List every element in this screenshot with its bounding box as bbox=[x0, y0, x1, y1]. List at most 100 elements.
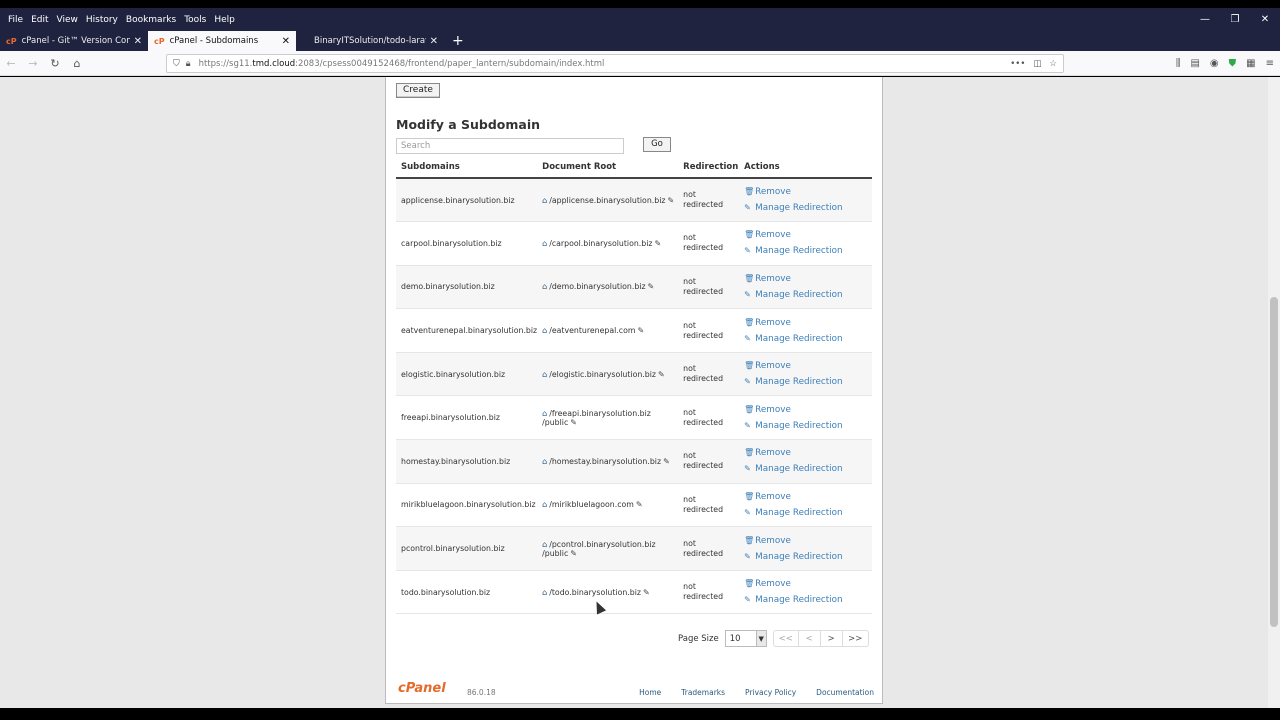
pencil-icon[interactable]: ✎ bbox=[663, 457, 670, 466]
page-scrollbar[interactable] bbox=[1268, 77, 1280, 708]
document-root-cell: ⌂/todo.binarysolution.biz ✎ bbox=[537, 570, 679, 615]
menu-bookmarks[interactable]: Bookmarks bbox=[122, 15, 180, 25]
document-root-link[interactable]: /carpool.binarysolution.biz bbox=[549, 239, 652, 248]
remove-link[interactable]: 🗑︎ Remove bbox=[744, 315, 872, 331]
account-icon[interactable]: ◉ bbox=[1210, 58, 1219, 69]
document-root-link[interactable]: /demo.binarysolution.biz bbox=[549, 282, 645, 291]
manage-redirection-link[interactable]: ✎ Manage Redirection bbox=[744, 243, 872, 259]
remove-link[interactable]: 🗑︎ Remove bbox=[744, 271, 872, 287]
chevron-down-icon[interactable]: ▼ bbox=[755, 631, 766, 646]
pencil-icon[interactable]: ✎ bbox=[648, 282, 655, 291]
menu-edit[interactable]: Edit bbox=[27, 15, 52, 25]
remove-link[interactable]: 🗑︎ Remove bbox=[744, 227, 872, 243]
remove-link[interactable]: 🗑︎ Remove bbox=[744, 489, 872, 505]
first-page-button[interactable]: << bbox=[772, 630, 799, 647]
document-root-link[interactable]: /eatventurenepal.com bbox=[549, 326, 635, 335]
lock-icon[interactable]: 🔒︎ bbox=[186, 59, 191, 69]
next-page-button[interactable]: > bbox=[820, 630, 843, 647]
pencil-icon: ✎ bbox=[744, 377, 751, 387]
reload-icon[interactable]: ↻ bbox=[44, 57, 66, 70]
pencil-icon[interactable]: ✎ bbox=[667, 196, 674, 205]
pencil-icon[interactable]: ✎ bbox=[570, 418, 577, 427]
minimize-button[interactable]: — bbox=[1190, 14, 1220, 25]
tab-github-todo-laravel[interactable]: BinaryITSolution/todo-laravel- ✕ bbox=[296, 31, 444, 51]
address-bar[interactable]: ⛉ 🔒︎ https://sg11.tmd.cloud:2083/cpsess0… bbox=[166, 54, 1064, 73]
pencil-icon[interactable]: ✎ bbox=[636, 500, 643, 509]
sidebar-icon[interactable]: ▤ bbox=[1190, 58, 1199, 69]
pencil-icon[interactable]: ✎ bbox=[570, 549, 577, 558]
remove-link[interactable]: 🗑︎ Remove bbox=[744, 358, 872, 374]
manage-redirection-link[interactable]: ✎ Manage Redirection bbox=[744, 200, 872, 216]
menu-view[interactable]: View bbox=[53, 15, 82, 25]
go-button[interactable]: Go bbox=[643, 137, 671, 152]
footer-link-privacy-policy[interactable]: Privacy Policy bbox=[745, 688, 796, 697]
hamburger-menu-icon[interactable]: ≡ bbox=[1266, 58, 1274, 69]
manage-redirection-link[interactable]: ✎ Manage Redirection bbox=[744, 331, 872, 347]
trash-icon: 🗑︎ bbox=[744, 404, 755, 414]
page-actions-icon[interactable]: ••• bbox=[1010, 59, 1025, 69]
column-header-redirection[interactable]: Redirection bbox=[678, 157, 740, 179]
menu-help[interactable]: Help bbox=[210, 15, 239, 25]
document-root-link-line2[interactable]: /public bbox=[542, 418, 568, 427]
close-tab-icon[interactable]: ✕ bbox=[134, 36, 142, 47]
document-root-link[interactable]: /pcontrol.binarysolution.biz bbox=[549, 540, 655, 549]
manage-redirection-link[interactable]: ✎ Manage Redirection bbox=[744, 287, 872, 303]
manage-redirection-link[interactable]: ✎ Manage Redirection bbox=[744, 418, 872, 434]
remove-link[interactable]: 🗑︎ Remove bbox=[744, 184, 872, 200]
scrollbar-thumb[interactable] bbox=[1270, 297, 1278, 627]
new-tab-button[interactable]: + bbox=[444, 31, 472, 51]
tab-subdomains[interactable]: cP cPanel - Subdomains ✕ bbox=[148, 31, 296, 51]
footer-link-trademarks[interactable]: Trademarks bbox=[681, 688, 725, 697]
forward-arrow-icon[interactable]: → bbox=[22, 57, 44, 70]
close-tab-icon[interactable]: ✕ bbox=[430, 36, 438, 47]
manage-redirection-link[interactable]: ✎ Manage Redirection bbox=[744, 592, 872, 608]
pencil-icon[interactable]: ✎ bbox=[658, 370, 665, 379]
column-header-subdomains[interactable]: Subdomains bbox=[396, 157, 538, 179]
pencil-icon[interactable]: ✎ bbox=[643, 588, 650, 597]
library-icon[interactable]: ⫼ bbox=[1176, 58, 1181, 69]
pencil-icon[interactable]: ✎ bbox=[637, 326, 644, 335]
close-window-button[interactable]: ✕ bbox=[1250, 14, 1280, 25]
table-row: pcontrol.binarysolution.biz ⌂/pcontrol.b… bbox=[396, 526, 872, 571]
search-input[interactable] bbox=[396, 138, 624, 154]
document-root-link[interactable]: /elogistic.binarysolution.biz bbox=[549, 370, 656, 379]
back-arrow-icon[interactable]: ← bbox=[0, 57, 22, 70]
footer-link-home[interactable]: Home bbox=[639, 688, 661, 697]
document-root-link-line2[interactable]: /public bbox=[542, 549, 568, 558]
document-root-link[interactable]: /mirikbluelagoon.com bbox=[549, 500, 634, 509]
pencil-icon[interactable]: ✎ bbox=[654, 239, 661, 248]
manage-redirection-link[interactable]: ✎ Manage Redirection bbox=[744, 505, 872, 521]
menu-file[interactable]: File bbox=[4, 15, 27, 25]
manage-redirection-link[interactable]: ✎ Manage Redirection bbox=[744, 461, 872, 477]
column-header-document-root[interactable]: Document Root bbox=[537, 157, 679, 179]
remove-link[interactable]: 🗑︎ Remove bbox=[744, 533, 872, 549]
manage-redirection-link[interactable]: ✎ Manage Redirection bbox=[744, 549, 872, 565]
extensions-icon[interactable]: ▦ bbox=[1246, 58, 1255, 69]
document-root-link[interactable]: /todo.binarysolution.biz bbox=[549, 588, 641, 597]
pocket-icon[interactable]: ◫ bbox=[1033, 59, 1041, 69]
shield-icon[interactable]: ⛉ bbox=[173, 59, 180, 69]
create-button[interactable]: Create bbox=[396, 83, 440, 98]
trash-icon: 🗑︎ bbox=[744, 579, 755, 589]
remove-link[interactable]: 🗑︎ Remove bbox=[744, 576, 872, 592]
document-root-link[interactable]: /homestay.binarysolution.biz bbox=[549, 457, 661, 466]
remove-link[interactable]: 🗑︎ Remove bbox=[744, 402, 872, 418]
close-tab-icon[interactable]: ✕ bbox=[282, 36, 290, 47]
document-root-link[interactable]: /freeapi.binarysolution.biz bbox=[549, 409, 651, 418]
document-root-link[interactable]: /applicense.binarysolution.biz bbox=[549, 196, 665, 205]
remove-link[interactable]: 🗑︎ Remove bbox=[744, 445, 872, 461]
last-page-button[interactable]: >> bbox=[842, 630, 869, 647]
page-size-select[interactable]: 10 ▼ bbox=[724, 630, 767, 647]
footer-link-documentation[interactable]: Documentation bbox=[816, 688, 874, 697]
trash-icon: 🗑︎ bbox=[744, 491, 755, 501]
menu-tools[interactable]: Tools bbox=[180, 15, 210, 25]
prev-page-button[interactable]: < bbox=[798, 630, 821, 647]
menu-history[interactable]: History bbox=[82, 15, 122, 25]
tab-git-version-control[interactable]: cP cPanel - Git™ Version Control ✕ bbox=[0, 31, 148, 51]
home-icon[interactable]: ⌂ bbox=[66, 57, 88, 70]
manage-redirection-link[interactable]: ✎ Manage Redirection bbox=[744, 374, 872, 390]
cpanel-logo[interactable]: cPanel bbox=[398, 681, 446, 696]
restore-button[interactable]: ❐ bbox=[1220, 14, 1250, 25]
extension-shield-icon[interactable]: ⛊ bbox=[1229, 58, 1237, 69]
bookmark-star-icon[interactable]: ☆ bbox=[1049, 59, 1057, 69]
